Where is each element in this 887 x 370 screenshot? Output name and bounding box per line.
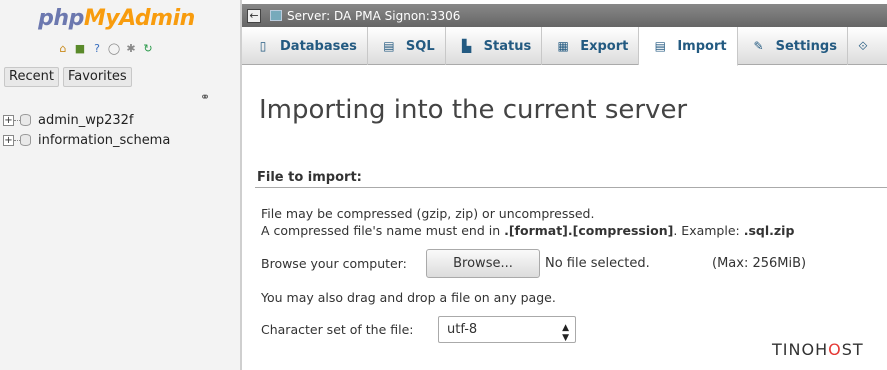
filename-note: A compressed file's name must end in .[f… bbox=[261, 223, 794, 238]
compression-note: File may be compressed (gzip, zip) or un… bbox=[261, 206, 595, 221]
tab-label: Status bbox=[483, 38, 532, 54]
watermark-part1: TINO bbox=[772, 340, 816, 359]
recent-favorites-tabs: Recent Favorites bbox=[4, 67, 132, 87]
file-to-import-legend: File to import: bbox=[257, 170, 362, 185]
charset-value: utf-8 bbox=[447, 322, 478, 337]
page-title: Importing into the current server bbox=[259, 95, 688, 125]
settings-icon[interactable]: ✱ bbox=[124, 42, 138, 56]
charset-label: Character set of the file: bbox=[261, 322, 414, 337]
settings-icon: ✎ bbox=[753, 39, 764, 53]
watermark-part2: H bbox=[815, 340, 829, 359]
help-icon[interactable]: ? bbox=[90, 42, 104, 56]
fieldset-divider bbox=[255, 187, 887, 188]
tab-label: Databases bbox=[280, 38, 357, 54]
database-tree: + admin_wp232f + information_schema bbox=[3, 110, 170, 150]
filename-note-format: .[format].[compression] bbox=[504, 223, 674, 238]
logo-myadmin-text: MyAdmin bbox=[83, 6, 195, 31]
filename-note-middle: . Example: bbox=[673, 223, 744, 238]
favorites-tab[interactable]: Favorites bbox=[62, 67, 132, 87]
tab-sql[interactable]: ▤ SQL bbox=[368, 27, 446, 65]
logout-icon[interactable]: ■ bbox=[73, 42, 87, 56]
browse-label: Browse your computer: bbox=[261, 256, 407, 271]
tab-label: Import bbox=[677, 38, 727, 54]
expand-icon[interactable]: + bbox=[3, 134, 14, 146]
top-menu-tabs: ▯ Databases ▤ SQL ▙ Status ▦ Export ▤ Import ✎ Sett… bbox=[242, 27, 887, 66]
home-icon[interactable]: ⌂ bbox=[56, 42, 70, 56]
reload-icon[interactable]: ↻ bbox=[141, 42, 155, 56]
no-file-selected-text: No file selected. bbox=[545, 256, 650, 271]
phpmyadmin-logo[interactable]: phpMyAdmin bbox=[0, 6, 233, 31]
database-icon bbox=[20, 134, 31, 146]
navigation-panel: phpMyAdmin ⌂ ■? ◯ ✱ ↻ Recent Favorites ⚭ + a… bbox=[0, 0, 240, 370]
database-item[interactable]: + admin_wp232f bbox=[3, 110, 170, 130]
filename-note-prefix: A compressed file's name must end in bbox=[261, 223, 505, 238]
tab-databases[interactable]: ▯ Databases bbox=[242, 27, 368, 65]
main-content: Importing into the current server File t… bbox=[242, 66, 887, 370]
import-icon: ▤ bbox=[654, 39, 666, 53]
browse-button[interactable]: Browse... bbox=[426, 249, 540, 278]
database-name[interactable]: admin_wp232f bbox=[38, 113, 134, 128]
sql-icon: ▤ bbox=[383, 39, 395, 53]
export-icon: ▦ bbox=[557, 39, 569, 53]
tab-label: SQL bbox=[405, 38, 435, 54]
watermark-logo: TINOHOST bbox=[772, 340, 864, 359]
server-breadcrumb-bar: ← Server: DA PMA Signon:3306 bbox=[242, 4, 887, 27]
server-icon bbox=[270, 10, 282, 21]
collapse-arrow-icon[interactable]: ← bbox=[247, 8, 261, 23]
more-tabs-icon: ⟐ bbox=[858, 39, 868, 53]
docs-icon[interactable]: ◯ bbox=[107, 42, 121, 56]
recent-tab[interactable]: Recent bbox=[4, 67, 59, 87]
expand-icon[interactable]: + bbox=[3, 114, 14, 126]
tab-import[interactable]: ▤ Import bbox=[639, 27, 738, 66]
tab-settings[interactable]: ✎ Settings bbox=[738, 27, 848, 65]
link-icon[interactable]: ⚭ bbox=[200, 90, 210, 104]
tab-label: Settings bbox=[775, 38, 837, 54]
watermark-part3: O bbox=[828, 340, 842, 359]
status-icon: ▙ bbox=[462, 39, 472, 53]
tab-export[interactable]: ▦ Export bbox=[542, 27, 640, 65]
server-label[interactable]: Server: DA PMA Signon:3306 bbox=[287, 9, 460, 23]
watermark-part4: ST bbox=[841, 340, 864, 359]
logo-php-text: php bbox=[38, 6, 84, 31]
databases-icon: ▯ bbox=[259, 39, 267, 53]
tab-status[interactable]: ▙ Status bbox=[446, 27, 543, 65]
max-size-text: (Max: 256MiB) bbox=[712, 256, 807, 271]
database-item[interactable]: + information_schema bbox=[3, 130, 170, 150]
tab-label: Export bbox=[580, 38, 629, 54]
more-tabs-button[interactable]: ⟐ bbox=[848, 27, 887, 65]
filename-note-example: .sql.zip bbox=[743, 223, 795, 238]
drag-drop-note: You may also drag and drop a file on any… bbox=[261, 290, 556, 305]
charset-select[interactable]: utf-8 ▲ ▼ bbox=[438, 316, 576, 343]
dropdown-caret-icon: ▲ ▼ bbox=[562, 323, 569, 343]
quick-icons-bar: ⌂ ■? ◯ ✱ ↻ bbox=[56, 40, 155, 58]
database-icon bbox=[20, 114, 31, 126]
database-name[interactable]: information_schema bbox=[38, 133, 170, 148]
